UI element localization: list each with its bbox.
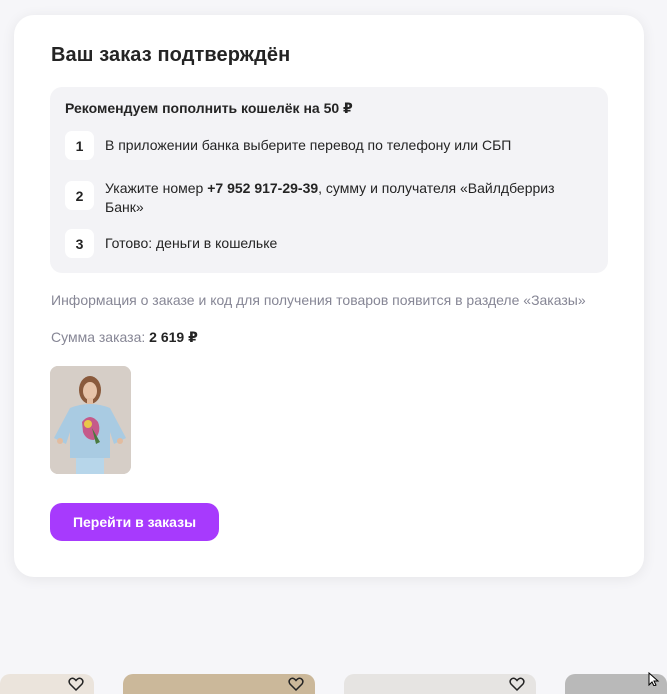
recommendation-card[interactable] [123, 674, 315, 694]
recommendation-card[interactable] [0, 674, 94, 694]
order-sum-value: 2 619 ₽ [149, 329, 198, 345]
order-confirmation-card: Ваш заказ подтверждён Рекомендуем пополн… [14, 15, 644, 577]
order-info-text: Информация о заказе и код для получения … [51, 292, 586, 308]
step-1: 1 В приложении банка выберите перевод по… [65, 131, 585, 160]
recommendation-card[interactable] [344, 674, 536, 694]
recommendation-title: Рекомендуем пополнить кошелёк на 50 ₽ [65, 100, 353, 116]
product-thumbnail[interactable] [50, 366, 131, 474]
heart-icon[interactable] [288, 677, 304, 691]
step-number: 1 [65, 131, 94, 160]
recommendations-strip [0, 672, 667, 694]
page-title: Ваш заказ подтверждён [51, 44, 291, 66]
step-text: В приложении банка выберите перевод по т… [105, 137, 512, 153]
step-text: Укажите номер +7 952 917-29-39, сумму и … [105, 179, 585, 217]
wallet-recommendation: Рекомендуем пополнить кошелёк на 50 ₽ 1 … [50, 87, 608, 273]
phone-number: +7 952 917-29-39 [207, 180, 319, 196]
product-image [50, 366, 131, 474]
step-number: 2 [65, 181, 94, 210]
step-number: 3 [65, 229, 94, 258]
heart-icon[interactable] [68, 677, 84, 691]
order-sum-label: Сумма заказа: [51, 329, 146, 345]
cursor-icon [648, 672, 660, 686]
step-3: 3 Готово: деньги в кошельке [65, 229, 585, 258]
order-sum: Сумма заказа: 2 619 ₽ [51, 329, 198, 346]
step-2: 2 Укажите номер +7 952 917-29-39, сумму … [65, 179, 585, 217]
go-to-orders-button[interactable]: Перейти в заказы [50, 503, 219, 541]
heart-icon[interactable] [509, 677, 525, 691]
step-text: Готово: деньги в кошельке [105, 235, 278, 251]
step-text-before: Укажите номер [105, 180, 208, 196]
